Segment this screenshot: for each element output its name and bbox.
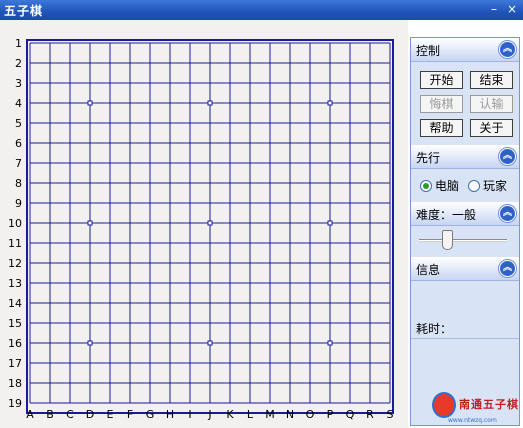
- logo-text: 南通五子棋: [459, 398, 519, 411]
- row-label: 12: [8, 257, 22, 270]
- row-label: 15: [8, 317, 22, 330]
- col-label: R: [366, 408, 374, 421]
- col-label: Q: [346, 408, 355, 421]
- resign-button[interactable]: 认输: [470, 95, 513, 113]
- difficulty-section-header[interactable]: 难度：一般 ︽: [411, 202, 519, 226]
- row-label: 10: [8, 217, 22, 230]
- star-point: [327, 340, 333, 346]
- start-button[interactable]: 开始: [420, 71, 463, 89]
- double-chevron-up-icon[interactable]: ︽: [499, 41, 516, 58]
- help-button[interactable]: 帮助: [420, 119, 463, 137]
- star-point: [87, 220, 93, 226]
- col-label: C: [66, 408, 74, 421]
- row-label: 11: [8, 237, 22, 250]
- board-area: 1 A 2 B 3 C 4 D 5 E 6 F 7 G 8 H 9 I 10 J 11 K 12 L 13 M 14 N 15 O 16 P 1…: [0, 20, 408, 428]
- row-label: 19: [8, 397, 22, 410]
- radio-computer-label: 电脑: [435, 179, 460, 193]
- logo: 南通五子棋 www.ntwzq.com: [430, 388, 523, 428]
- row-label: 18: [8, 377, 22, 390]
- col-label: N: [286, 408, 294, 421]
- col-label: J: [207, 408, 211, 421]
- difficulty-slider-track[interactable]: [419, 239, 507, 242]
- col-label: B: [46, 408, 54, 421]
- col-label: G: [146, 408, 155, 421]
- row-label: 3: [15, 77, 22, 90]
- undo-button[interactable]: 悔棋: [420, 95, 463, 113]
- star-point: [327, 100, 333, 106]
- col-label: K: [226, 408, 234, 421]
- control-panel: 控制 ︽ 开始 结束 悔棋 认输 帮助 关于 先行 ︽ 电脑 玩家 难度：一般 …: [410, 37, 520, 426]
- star-point: [87, 340, 93, 346]
- control-section-header[interactable]: 控制 ︽: [411, 38, 519, 62]
- radio-player-label: 玩家: [483, 179, 508, 193]
- title-bar: 五子棋 – ×: [0, 0, 523, 20]
- double-chevron-up-icon[interactable]: ︽: [499, 260, 516, 277]
- star-point: [207, 100, 213, 106]
- col-label: D: [86, 408, 94, 421]
- panel-divider: [411, 338, 519, 339]
- row-label: 14: [8, 297, 22, 310]
- col-label: M: [265, 408, 275, 421]
- star-point: [327, 220, 333, 226]
- first-move-title: 先行: [416, 151, 441, 165]
- row-label: 7: [15, 157, 22, 170]
- close-button[interactable]: ×: [505, 2, 519, 16]
- radio-player[interactable]: 玩家: [468, 177, 507, 194]
- row-label: 13: [8, 277, 22, 290]
- info-title: 信息: [416, 263, 441, 277]
- col-label: O: [306, 408, 315, 421]
- radio-selected-icon[interactable]: [420, 180, 432, 192]
- row-label: 5: [15, 117, 22, 130]
- row-label: 17: [8, 357, 22, 370]
- star-point: [207, 340, 213, 346]
- row-label: 2: [15, 57, 22, 70]
- col-label: A: [26, 408, 34, 421]
- col-label: F: [127, 408, 133, 421]
- col-label: I: [188, 408, 191, 421]
- star-point: [207, 220, 213, 226]
- row-label: 8: [15, 177, 22, 190]
- difficulty-slider-thumb[interactable]: [442, 230, 453, 250]
- control-title: 控制: [416, 44, 441, 58]
- radio-unselected-icon[interactable]: [468, 180, 480, 192]
- window-title: 五子棋: [4, 4, 44, 18]
- row-label: 1: [15, 37, 22, 50]
- double-chevron-up-icon[interactable]: ︽: [499, 148, 516, 165]
- end-button[interactable]: 结束: [470, 71, 513, 89]
- star-point: [87, 100, 93, 106]
- first-move-section-header[interactable]: 先行 ︽: [411, 145, 519, 169]
- col-label: P: [327, 408, 334, 421]
- radio-computer[interactable]: 电脑: [420, 177, 459, 194]
- gomoku-board[interactable]: 1 A 2 B 3 C 4 D 5 E 6 F 7 G 8 H 9 I 10 J 11 K 12 L 13 M 14 N 15 O 16 P 1…: [0, 20, 408, 428]
- elapsed-time-label: 耗时：: [416, 322, 453, 336]
- double-chevron-up-icon[interactable]: ︽: [499, 205, 516, 222]
- row-label: 9: [15, 197, 22, 210]
- logo-emblem-icon: [432, 392, 456, 418]
- row-label: 4: [15, 97, 22, 110]
- row-label: 16: [8, 337, 22, 350]
- col-label: S: [387, 408, 394, 421]
- difficulty-title: 难度：一般: [416, 208, 477, 222]
- logo-url: www.ntwzq.com: [448, 417, 497, 424]
- col-label: H: [166, 408, 174, 421]
- col-label: L: [247, 408, 254, 421]
- about-button[interactable]: 关于: [470, 119, 513, 137]
- minimize-button[interactable]: –: [487, 2, 501, 16]
- col-label: E: [107, 408, 114, 421]
- info-section-header[interactable]: 信息 ︽: [411, 257, 519, 281]
- row-label: 6: [15, 137, 22, 150]
